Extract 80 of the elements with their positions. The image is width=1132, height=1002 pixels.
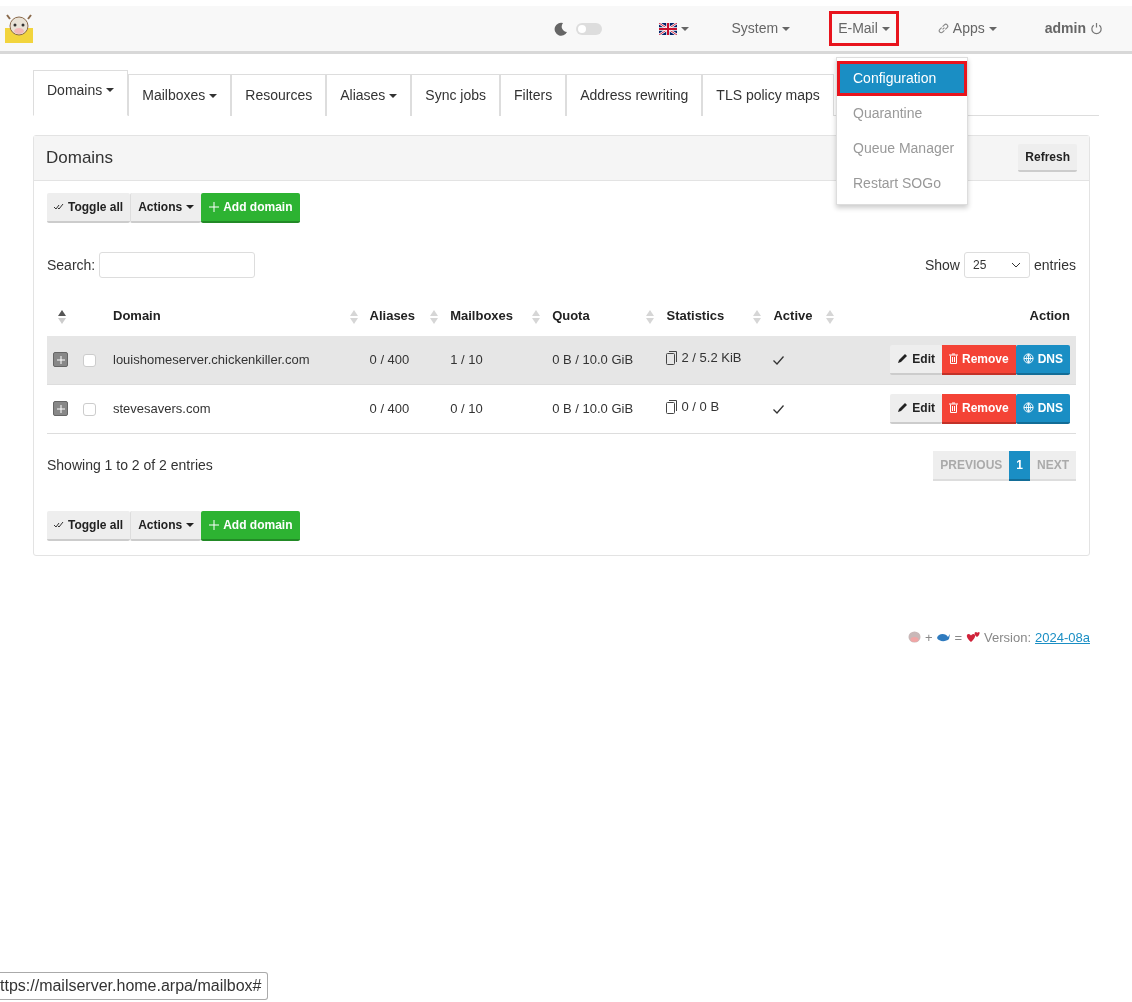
plus-icon bbox=[56, 404, 65, 413]
nav-menu[interactable]: Apps bbox=[928, 11, 1006, 46]
trash-icon bbox=[948, 402, 958, 413]
hearts-icon bbox=[966, 631, 981, 644]
row-checkbox[interactable] bbox=[83, 402, 96, 416]
expand-button[interactable] bbox=[53, 352, 68, 368]
document-icon bbox=[666, 351, 678, 366]
search-field[interactable] bbox=[99, 252, 256, 278]
nav-menu[interactable]: E-Mail bbox=[829, 11, 899, 46]
remove-button[interactable]: Remove bbox=[941, 344, 1016, 375]
user-menu[interactable]: admin bbox=[1035, 11, 1112, 46]
plus-icon bbox=[209, 519, 220, 530]
version-link[interactable]: 2024-08a bbox=[1035, 627, 1090, 647]
table-cell-text: 2 / 5.2 KiB bbox=[681, 349, 742, 368]
column-header[interactable]: Mailboxes bbox=[450, 308, 514, 323]
entries-summary: Showing 1 to 2 of 2 entries bbox=[47, 456, 213, 475]
status-url: ttps://mailserver.home.arpa/mailbox# bbox=[0, 972, 269, 1000]
page-size-select[interactable]: 25 bbox=[963, 252, 1030, 278]
actions-dropdown[interactable]: Actions bbox=[130, 510, 202, 541]
nav-menu[interactable]: System bbox=[722, 11, 800, 46]
plus-icon bbox=[56, 355, 65, 364]
page-button[interactable]: 1 bbox=[1009, 450, 1030, 481]
moon-icon bbox=[554, 21, 569, 36]
link-icon bbox=[937, 23, 949, 34]
power-icon bbox=[1090, 22, 1103, 35]
table-cell: 0 B / 10.0 GiB bbox=[552, 400, 634, 416]
tab[interactable]: TLS policy maps bbox=[702, 74, 834, 116]
menu-item[interactable]: Configuration bbox=[837, 61, 967, 96]
table-cell: stevesavers.com bbox=[113, 400, 211, 416]
tab[interactable]: Mailboxes bbox=[128, 74, 232, 116]
tab[interactable]: Resources bbox=[231, 74, 327, 116]
expand-button[interactable] bbox=[53, 401, 68, 417]
table-cell: 0 / 400 bbox=[369, 400, 410, 416]
dark-mode-toggle[interactable] bbox=[576, 22, 603, 35]
dns-button[interactable]: DNS bbox=[1015, 393, 1070, 424]
column-header[interactable]: Domain bbox=[113, 308, 161, 323]
tab[interactable]: Filters bbox=[500, 74, 567, 116]
row-checkbox[interactable] bbox=[83, 353, 96, 367]
tab[interactable]: Domains bbox=[33, 70, 129, 116]
table-cell-text: 0 / 0 B bbox=[681, 398, 720, 417]
column-header[interactable]: Action bbox=[1029, 308, 1070, 323]
column-header[interactable]: Active bbox=[773, 308, 813, 323]
globe-icon bbox=[1022, 402, 1034, 413]
table-cell: 0 / 10 bbox=[450, 400, 483, 416]
column-header[interactable]: Statistics bbox=[666, 308, 725, 323]
table-cell: 1 / 10 bbox=[450, 351, 483, 367]
trash-icon bbox=[948, 353, 958, 364]
whale-icon bbox=[936, 632, 951, 643]
tab[interactable]: Address rewriting bbox=[566, 74, 703, 116]
edit-button[interactable]: Edit bbox=[890, 393, 942, 424]
dns-button[interactable]: DNS bbox=[1015, 344, 1070, 375]
chevron-down-icon bbox=[1010, 262, 1021, 268]
actions-dropdown[interactable]: Actions bbox=[130, 193, 202, 223]
panel-title: Domains bbox=[46, 147, 114, 170]
column-header[interactable]: Aliases bbox=[369, 308, 416, 323]
plus-icon bbox=[209, 202, 220, 212]
table-cell: 0 B / 10.0 GiB bbox=[552, 351, 634, 367]
double-check-icon bbox=[54, 520, 64, 529]
remove-button[interactable]: Remove bbox=[941, 393, 1016, 424]
pencil-icon bbox=[897, 402, 909, 413]
equals-sign: = bbox=[954, 628, 963, 647]
column-header[interactable]: Quota bbox=[552, 308, 590, 323]
toggle-all-button[interactable]: Toggle all bbox=[47, 193, 131, 223]
flag-icon bbox=[659, 22, 678, 35]
edit-button[interactable]: Edit bbox=[890, 344, 942, 375]
pencil-icon bbox=[897, 353, 909, 364]
toggle-all-button[interactable]: Toggle all bbox=[47, 510, 131, 541]
tab[interactable]: Aliases bbox=[326, 74, 412, 116]
version-label: Version: bbox=[984, 628, 1032, 647]
refresh-button[interactable]: Refresh bbox=[1018, 144, 1077, 172]
document-icon bbox=[666, 400, 678, 415]
tab[interactable]: Sync jobs bbox=[411, 74, 501, 116]
table-cell: louishomeserver.chickenkiller.com bbox=[113, 351, 310, 367]
double-check-icon bbox=[54, 203, 64, 211]
globe-icon bbox=[1022, 353, 1034, 364]
entries-label: entries bbox=[1033, 255, 1076, 275]
search-label: Search: bbox=[47, 255, 96, 275]
plus-sign: + bbox=[924, 628, 933, 647]
show-label: Show bbox=[924, 255, 960, 275]
table-cell: 0 / 400 bbox=[369, 351, 410, 367]
